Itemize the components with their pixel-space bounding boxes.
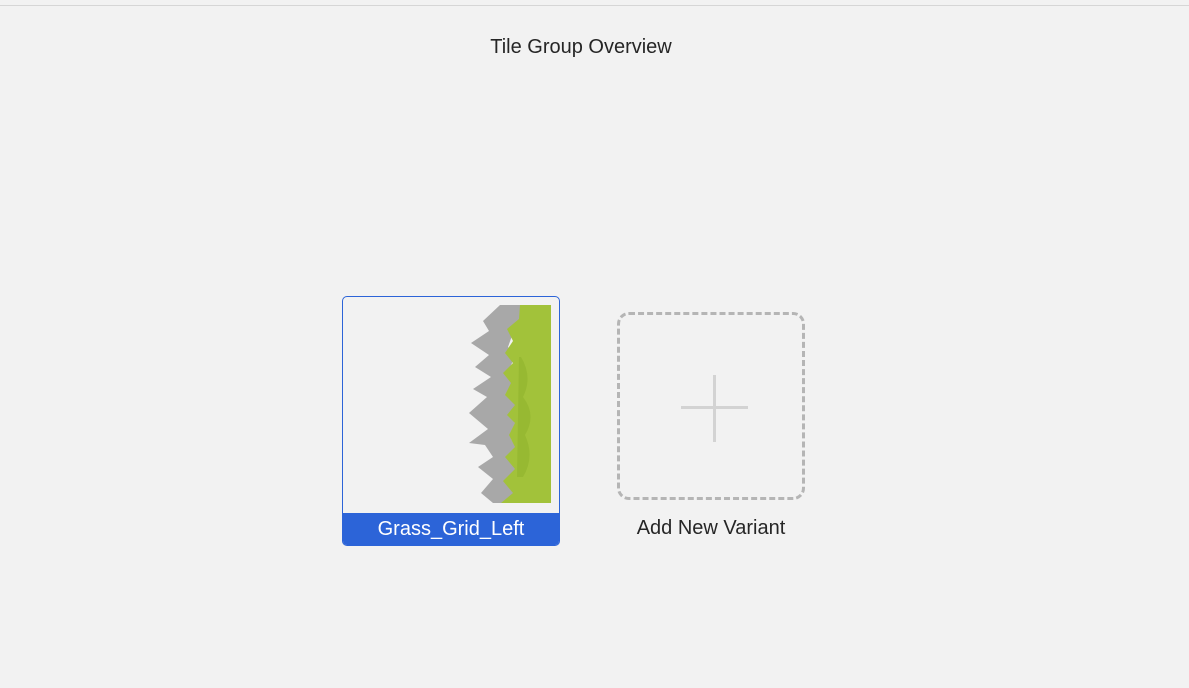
tile-variant-card[interactable]: Grass_Grid_Left: [342, 296, 560, 546]
add-variant-label: Add New Variant: [636, 517, 786, 539]
tile-thumbnail-image: [469, 305, 551, 503]
add-new-variant-button[interactable]: Add New Variant: [616, 311, 806, 547]
page-title: Tile Group Overview: [490, 36, 672, 58]
tile-variant-label: Grass_Grid_Left: [343, 513, 559, 545]
top-divider: [0, 5, 1189, 6]
add-variant-placeholder[interactable]: [617, 312, 805, 500]
